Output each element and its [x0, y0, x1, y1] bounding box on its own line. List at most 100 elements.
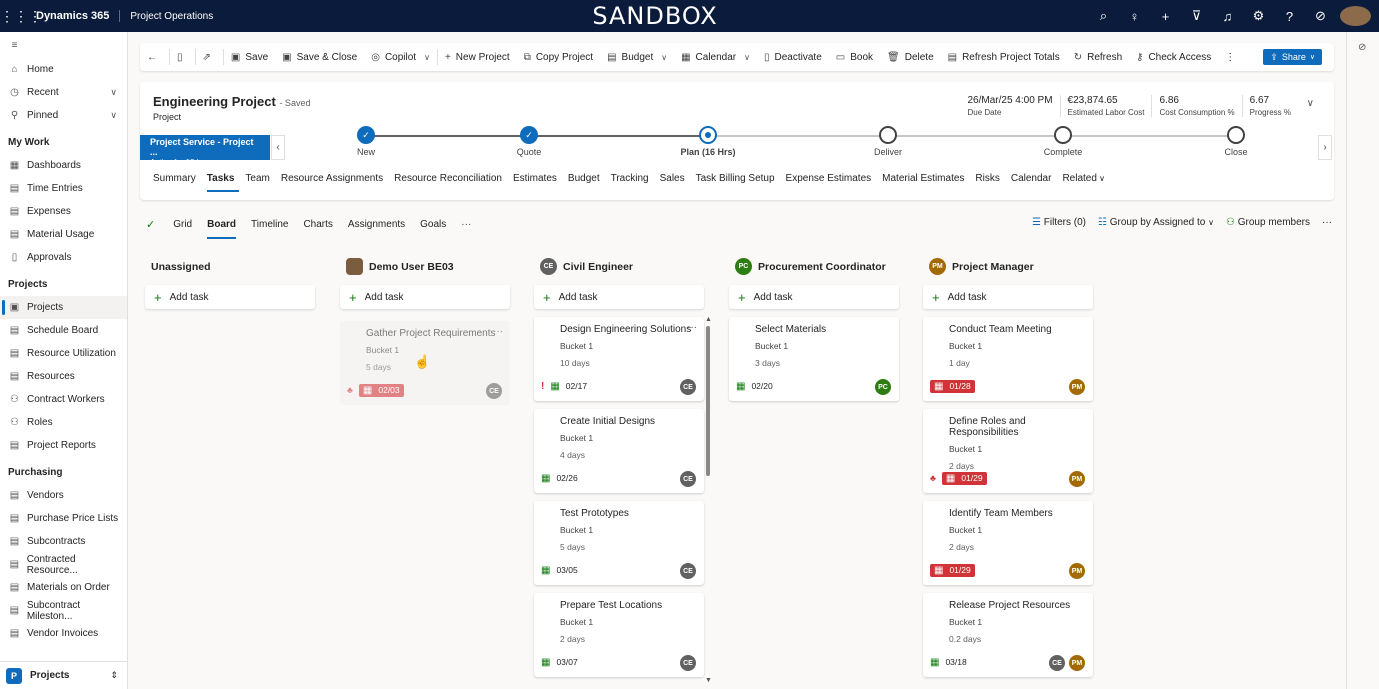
column-scrollbar[interactable]: ▲ ▼	[705, 316, 712, 684]
sidebar-item-project-reports[interactable]: ▤ Project Reports	[0, 434, 127, 457]
due-date-badge[interactable]: ▦ 03/18	[930, 657, 967, 668]
tab-resource-assignments[interactable]: Resource Assignments	[281, 173, 388, 192]
stage-deliver[interactable]: Deliver	[828, 126, 948, 157]
tab-team[interactable]: Team	[245, 173, 274, 192]
calendar-button[interactable]: ▦ Calendar ∨	[674, 43, 757, 71]
sidebar-item-materials-on-order[interactable]: ▤ Materials on Order	[0, 576, 127, 599]
assignee-avatar[interactable]: CE	[680, 471, 696, 487]
brand-name[interactable]: Dynamics 365	[36, 10, 121, 22]
sidebar-item-expenses[interactable]: ▤ Expenses	[0, 200, 127, 223]
back-button[interactable]: ←	[140, 43, 169, 71]
sidebar-item-projects[interactable]: ▣ Projects	[0, 296, 127, 319]
sidebar-item-pinned[interactable]: ⚲ Pinned ∨	[0, 104, 127, 127]
process-flow-badge[interactable]: Project Service - Project ... Active for …	[140, 135, 270, 167]
sidebar-item-time-entries[interactable]: ▤ Time Entries	[0, 177, 127, 200]
scrollbar-thumb[interactable]	[706, 326, 710, 476]
app-launcher-icon[interactable]: ⋮⋮⋮	[0, 8, 42, 25]
task-card[interactable]: Create Initial Designs Bucket 1 4 days ▦ 02/…	[534, 409, 704, 493]
due-date-badge[interactable]: ▦ 02/20	[736, 381, 773, 392]
stage-complete[interactable]: Complete	[1003, 126, 1123, 157]
app-name[interactable]: Project Operations	[130, 11, 213, 22]
copilot-button[interactable]: ◎ Copilot ∨	[364, 43, 437, 71]
open-new-window-button[interactable]: ⇗	[196, 43, 223, 71]
tab-resource-reconciliation[interactable]: Resource Reconciliation	[394, 173, 507, 192]
due-date-badge[interactable]: ▦ 03/05	[541, 565, 578, 576]
sidebar-item-schedule-board[interactable]: ▤ Schedule Board	[0, 319, 127, 342]
group-by-dropdown[interactable]: ☷ Group by Assigned to ∨	[1098, 217, 1214, 228]
stage-close[interactable]: Close	[1176, 126, 1296, 157]
tab-summary[interactable]: Summary	[153, 173, 201, 192]
refresh-button[interactable]: ↻ Refresh	[1067, 43, 1129, 71]
more-commands-button[interactable]: ⋮	[1218, 43, 1242, 71]
stage-plan[interactable]: Plan (16 Hrs)	[648, 126, 768, 157]
check-access-button[interactable]: ⚷ Check Access	[1129, 43, 1218, 71]
due-date-badge[interactable]: ▦ 02/26	[541, 473, 578, 484]
new-project-button[interactable]: + New Project	[438, 43, 517, 71]
due-date-badge[interactable]: ▦ 02/17	[550, 381, 587, 392]
chevron-down-icon[interactable]: ∨	[110, 87, 117, 98]
budget-button[interactable]: ▤ Budget ∨	[600, 43, 674, 71]
view-goals[interactable]: Goals	[420, 219, 446, 234]
sidebar-item-contract-workers[interactable]: ⚇ Contract Workers	[0, 388, 127, 411]
tab-calendar[interactable]: Calendar	[1011, 173, 1057, 192]
expand-header-icon[interactable]: ∨	[1307, 98, 1314, 109]
share-button[interactable]: ⇪ Share ∨	[1263, 49, 1322, 65]
scroll-up-icon[interactable]: ▲	[705, 316, 712, 323]
copilot-pane-icon[interactable]: ⊘	[1358, 42, 1366, 53]
help-icon[interactable]: ?	[1274, 9, 1305, 24]
assignee-avatar[interactable]: PM	[1069, 655, 1085, 671]
user-avatar[interactable]	[1340, 6, 1371, 26]
kpi-progress[interactable]: 6.67 Progress %	[1241, 95, 1298, 117]
due-date-badge[interactable]: ▦ 01/29	[930, 563, 975, 577]
due-date-badge[interactable]: ▦ 01/29	[941, 471, 987, 485]
task-card[interactable]: Conduct Team Meeting Bucket 1 1 day ▦ 01/28 P…	[923, 317, 1093, 401]
task-card[interactable]: Design Engineering Solutions Bucket 1 10 d…	[534, 317, 704, 401]
tab-estimates[interactable]: Estimates	[513, 173, 562, 192]
chevron-down-icon[interactable]: ∨	[110, 110, 117, 121]
add-task-button[interactable]: + Add task	[340, 285, 510, 309]
due-date-badge[interactable]: ▦ 01/28	[930, 379, 975, 393]
view-grid[interactable]: Grid	[173, 219, 192, 234]
group-members-button[interactable]: ⚇ Group members	[1226, 217, 1310, 228]
assignee-avatar[interactable]: CE	[486, 383, 502, 399]
copilot-icon[interactable]: ⊘	[1305, 8, 1336, 24]
sidebar-item-approvals[interactable]: ▯ Approvals	[0, 246, 127, 269]
scroll-down-icon[interactable]: ▼	[705, 677, 712, 684]
assignee-avatar[interactable]: CE	[680, 655, 696, 671]
task-card[interactable]: Identify Team Members Bucket 1 2 days ▦ 01/2…	[923, 501, 1093, 585]
book-button[interactable]: ▭ Book	[829, 43, 880, 71]
tab-task-billing-setup[interactable]: Task Billing Setup	[696, 173, 780, 192]
sidebar-item-subcontracts[interactable]: ▤ Subcontracts	[0, 530, 127, 553]
save-button[interactable]: ▣ Save	[224, 43, 275, 71]
due-date-badge[interactable]: ▦ 03/07	[541, 657, 578, 668]
kpi-cost-consumption[interactable]: 6.86 Cost Consumption %	[1151, 95, 1241, 117]
sidebar-item-material-usage[interactable]: ▤ Material Usage	[0, 223, 127, 246]
task-card[interactable]: Release Project Resources Bucket 1 0.2 day…	[923, 593, 1093, 677]
refresh-project-totals-button[interactable]: ▤ Refresh Project Totals	[941, 43, 1067, 71]
sidebar-item-dashboards[interactable]: ▦ Dashboards	[0, 154, 127, 177]
plus-icon[interactable]: +	[1150, 9, 1181, 24]
deactivate-button[interactable]: ▯ Deactivate	[757, 43, 829, 71]
filters-button[interactable]: ☰ Filters (0)	[1032, 217, 1086, 228]
notification-bell-icon[interactable]: ♫	[1212, 9, 1243, 24]
task-card[interactable]: Test Prototypes Bucket 1 5 days ▦ 03/05 CE	[534, 501, 704, 585]
tab-related[interactable]: Related ∨	[1062, 173, 1110, 192]
gear-icon[interactable]: ⚙	[1243, 8, 1274, 24]
tab-expense-estimates[interactable]: Expense Estimates	[786, 173, 877, 192]
sidebar-item-vendors[interactable]: ▤ Vendors	[0, 484, 127, 507]
sidebar-item-vendor-invoices[interactable]: ▤ Vendor Invoices	[0, 622, 127, 645]
record-icon-button[interactable]: ▯	[170, 43, 195, 71]
filter-icon[interactable]: ⊽	[1181, 8, 1212, 24]
tab-tracking[interactable]: Tracking	[611, 173, 654, 192]
due-date-badge[interactable]: ▦ 02/03	[358, 383, 404, 397]
sidebar-item-purchase-price-lists[interactable]: ▤ Purchase Price Lists	[0, 507, 127, 530]
sidebar-item-contracted-resource[interactable]: ▤ Contracted Resource...	[0, 553, 127, 576]
process-prev-button[interactable]: ‹	[271, 135, 285, 160]
tab-risks[interactable]: Risks	[975, 173, 1004, 192]
task-card[interactable]: Prepare Test Locations Bucket 1 2 days ▦ 03/…	[534, 593, 704, 677]
assignee-avatar[interactable]: CE	[1049, 655, 1065, 671]
tab-material-estimates[interactable]: Material Estimates	[882, 173, 969, 192]
task-card[interactable]: Define Roles and Responsibilities Bucket …	[923, 409, 1093, 493]
sidebar-item-roles[interactable]: ⚇ Roles	[0, 411, 127, 434]
copy-project-button[interactable]: ⧉ Copy Project	[517, 43, 600, 71]
